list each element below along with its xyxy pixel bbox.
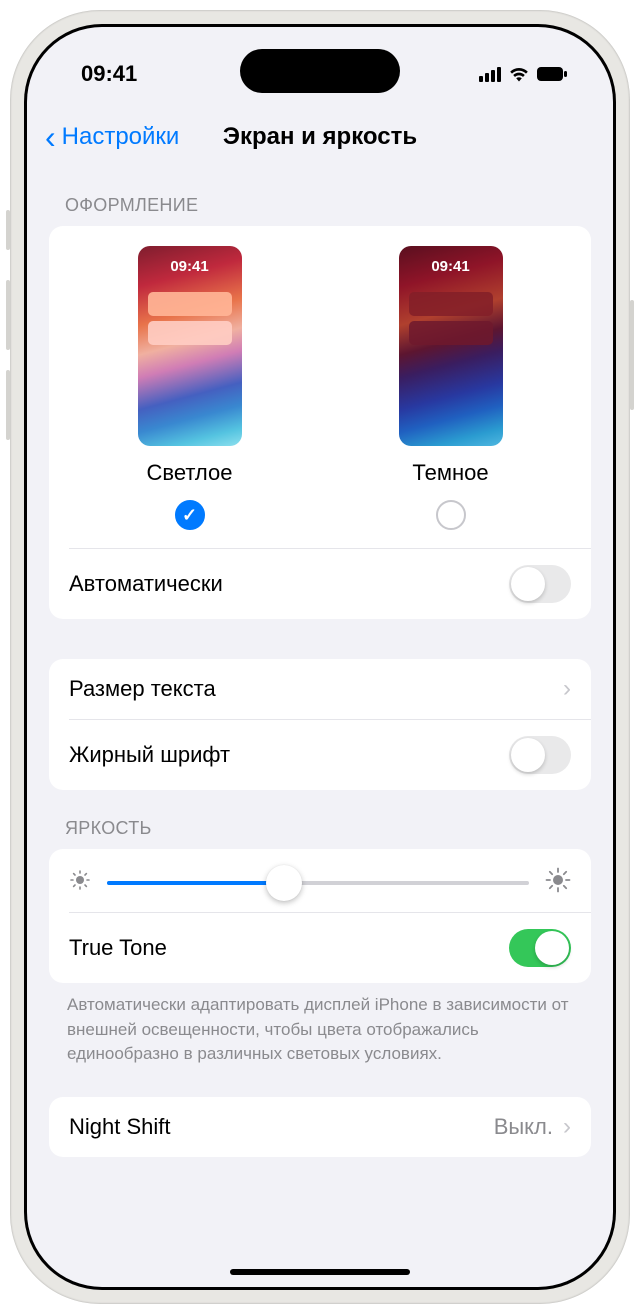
home-indicator[interactable] <box>230 1269 410 1275</box>
section-header-brightness: Яркость <box>49 790 591 849</box>
dynamic-island <box>240 49 400 93</box>
sun-max-icon <box>545 867 571 898</box>
battery-icon <box>537 67 567 81</box>
text-size-row[interactable]: Размер текста › <box>49 659 591 719</box>
status-time: 09:41 <box>81 61 137 87</box>
chevron-right-icon: › <box>563 675 571 703</box>
automatic-label: Автоматически <box>69 571 223 597</box>
section-header-appearance: Оформление <box>49 167 591 226</box>
sun-min-icon <box>69 869 91 896</box>
truetone-label: True Tone <box>69 935 167 961</box>
wifi-icon <box>508 66 530 82</box>
slider-thumb[interactable] <box>266 865 302 901</box>
dark-label: Темное <box>412 460 488 486</box>
bold-text-toggle[interactable] <box>509 736 571 774</box>
nightshift-row[interactable]: Night Shift Выкл. › <box>49 1097 591 1157</box>
page-title: Экран и яркость <box>223 123 417 151</box>
volume-up-button <box>6 280 10 350</box>
light-radio-checked-icon[interactable] <box>175 500 205 530</box>
nightshift-card: Night Shift Выкл. › <box>49 1097 591 1157</box>
volume-down-button <box>6 370 10 440</box>
dark-preview-thumb: 09:41 <box>399 246 503 446</box>
appearance-option-dark[interactable]: 09:41 Темное <box>399 246 503 530</box>
text-card: Размер текста › Жирный шрифт <box>49 659 591 790</box>
nightshift-label: Night Shift <box>69 1114 171 1140</box>
screen: 09:41 ‹ Настройки Экран и яркость <box>27 27 613 1287</box>
nav-bar: ‹ Настройки Экран и яркость <box>27 109 613 167</box>
bold-text-row: Жирный шрифт <box>49 720 591 790</box>
power-button <box>630 300 634 410</box>
chevron-right-icon: › <box>563 1113 571 1141</box>
truetone-footer: Автоматически адаптировать дисплей iPhon… <box>49 983 591 1073</box>
automatic-toggle[interactable] <box>509 565 571 603</box>
content-scroll[interactable]: Оформление 09:41 Светлое <box>27 167 613 1287</box>
truetone-toggle[interactable] <box>509 929 571 967</box>
nightshift-value: Выкл. <box>494 1114 553 1140</box>
brightness-slider[interactable] <box>107 881 529 885</box>
phone-frame: 09:41 ‹ Настройки Экран и яркость <box>10 10 630 1304</box>
light-label: Светлое <box>147 460 233 486</box>
brightness-slider-row <box>49 849 591 912</box>
light-preview-thumb: 09:41 <box>138 246 242 446</box>
truetone-row: True Tone <box>49 913 591 983</box>
back-button[interactable]: Настройки <box>62 123 180 151</box>
mute-switch <box>6 210 10 250</box>
appearance-card: 09:41 Светлое 09:41 <box>49 226 591 619</box>
cellular-signal-icon <box>479 67 501 82</box>
text-size-label: Размер текста <box>69 676 216 702</box>
dark-radio-icon[interactable] <box>436 500 466 530</box>
bold-text-label: Жирный шрифт <box>69 742 230 768</box>
appearance-option-light[interactable]: 09:41 Светлое <box>138 246 242 530</box>
back-chevron-icon[interactable]: ‹ <box>45 121 56 153</box>
brightness-card: True Tone <box>49 849 591 983</box>
automatic-row: Автоматически <box>49 549 591 619</box>
